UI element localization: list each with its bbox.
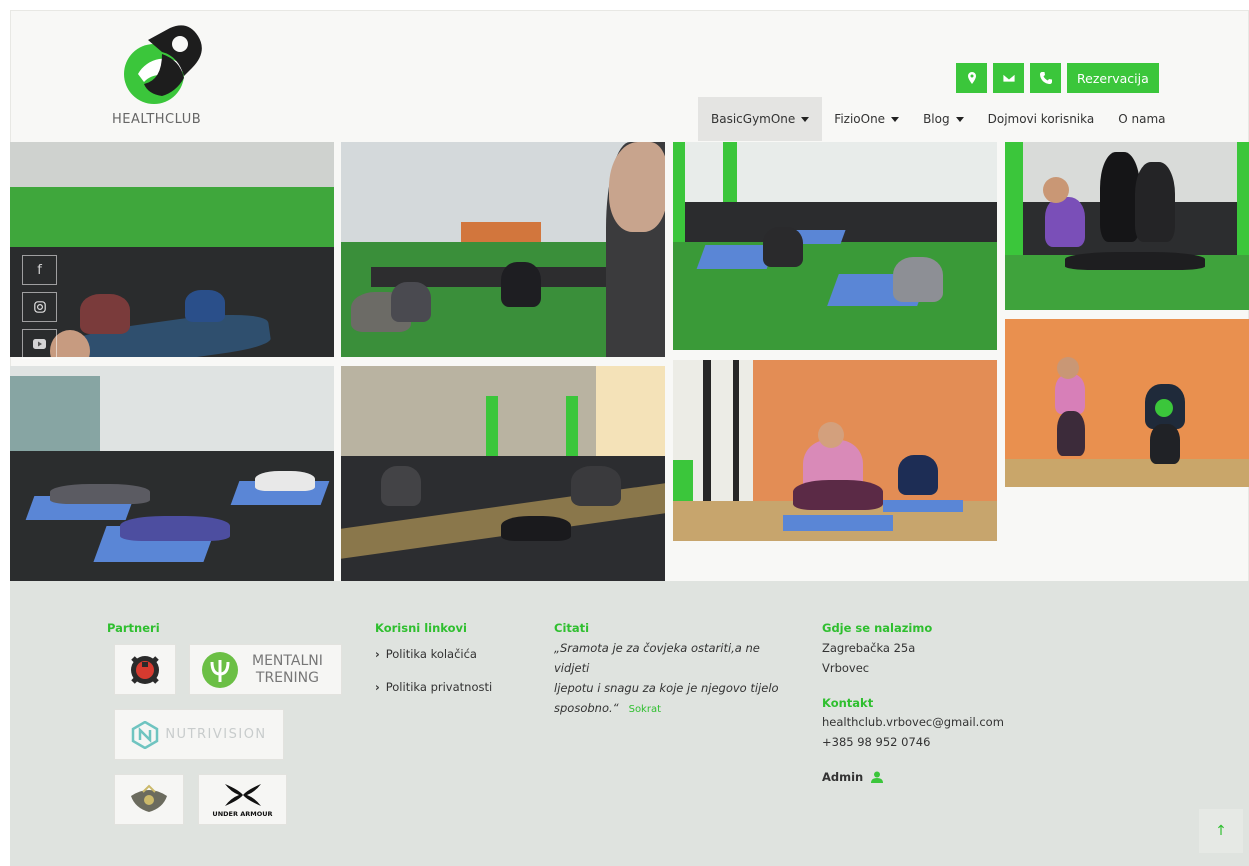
psi-brain-icon — [202, 651, 238, 688]
quote-line: „Sramota je za čovjeka ostariti,a ne vid… — [554, 641, 760, 675]
facebook-button[interactable]: f — [22, 255, 57, 285]
partner-logo-crest[interactable] — [114, 774, 184, 825]
caret-down-icon — [955, 116, 964, 122]
email-button[interactable] — [993, 63, 1024, 93]
youtube-icon — [33, 339, 46, 349]
envelope-icon — [1002, 73, 1015, 83]
partner-logo-crossfit[interactable] — [114, 644, 176, 695]
contact-heading: Kontakt — [822, 696, 874, 710]
chevron-right-icon: › — [375, 647, 380, 661]
chevron-right-icon: › — [375, 680, 380, 694]
caret-down-icon — [891, 116, 900, 122]
arrow-up-icon: ↑ — [1215, 823, 1227, 839]
nav-label: BasicGymOne — [711, 112, 796, 126]
admin-label: Admin — [822, 770, 864, 784]
mentalni-word: MENTALNI — [252, 652, 323, 669]
gallery-photo[interactable] — [10, 366, 334, 581]
map-marker-icon — [967, 72, 976, 84]
gallery-photo[interactable] — [673, 142, 997, 350]
quote-text: „Sramota je za čovjeka ostariti,a ne vid… — [554, 638, 794, 720]
user-icon — [871, 771, 884, 783]
instagram-icon — [33, 301, 46, 313]
phone-button[interactable] — [1030, 63, 1061, 93]
address-street: Zagrebačka 25a — [822, 641, 916, 655]
address-city: Vrbovec — [822, 661, 870, 675]
mentalni-trening-text: MENTALNI TRENING — [252, 653, 323, 687]
link-cookie-policy[interactable]: › Politika kolačića — [375, 644, 477, 664]
gallery-photo[interactable] — [1005, 142, 1249, 310]
link-label: Politika privatnosti — [385, 680, 493, 694]
nav-label: Blog — [923, 112, 950, 126]
quote-author: Sokrat — [628, 704, 662, 715]
link-label: Politika kolačića — [385, 647, 477, 661]
nav-label: O nama — [1118, 112, 1166, 126]
youtube-button[interactable] — [22, 329, 57, 359]
links-heading: Korisni linkovi — [375, 621, 467, 635]
partner-logo-mentalni-trening[interactable]: MENTALNI TRENING — [189, 644, 342, 695]
nav-label: FizioOne — [834, 112, 886, 126]
quote-line: sposobno.“ — [554, 701, 619, 715]
gallery-photo[interactable] — [10, 142, 334, 357]
nutrivision-hex-icon — [132, 720, 159, 749]
nav-item-fizioone[interactable]: FizioOne — [822, 97, 911, 141]
gym-badge-icon — [131, 655, 159, 684]
admin-link[interactable]: Admin — [822, 767, 884, 787]
contact-email[interactable]: healthclub.vrbovec@gmail.com — [822, 712, 1004, 732]
address: Zagrebačka 25a Vrbovec — [822, 638, 915, 678]
main-nav: BasicGymOne FizioOne Blog Dojmovi korisn… — [698, 97, 1178, 141]
gallery-photo[interactable] — [341, 366, 665, 581]
nutrivision-text: NUTRIVISION — [165, 727, 267, 742]
partner-logo-nutrivision[interactable]: NUTRIVISION — [114, 709, 284, 760]
quote-line: ljepotu i snagu za koje je njegovo tijel… — [554, 681, 779, 695]
gallery-photo[interactable] — [1005, 319, 1249, 487]
nav-item-basicgymone[interactable]: BasicGymOne — [698, 97, 823, 141]
reservation-button[interactable]: Rezervacija — [1067, 63, 1159, 93]
caret-down-icon — [801, 116, 810, 122]
nav-label: Dojmovi korisnika — [987, 112, 1095, 126]
trening-word: TRENING — [255, 669, 319, 686]
partner-logo-under-armour[interactable]: UNDER ARMOUR — [198, 774, 287, 825]
nav-item-blog[interactable]: Blog — [911, 97, 976, 141]
scroll-to-top-button[interactable]: ↑ — [1199, 809, 1243, 853]
brand-name: HEALTHCLUB — [112, 112, 202, 127]
site-logo[interactable]: HEALTHCLUB — [112, 22, 212, 127]
kettlebell-logo-icon — [124, 25, 202, 104]
location-button[interactable] — [956, 63, 987, 93]
phone-icon — [1039, 72, 1052, 84]
link-privacy-policy[interactable]: › Politika privatnosti — [375, 677, 492, 697]
header-actions: Rezervacija — [956, 63, 1159, 93]
partners-heading: Partneri — [107, 621, 160, 635]
under-armour-icon — [224, 783, 261, 806]
quote-heading: Citati — [554, 621, 590, 635]
nav-item-dojmovi[interactable]: Dojmovi korisnika — [976, 97, 1107, 141]
facebook-icon: f — [37, 262, 42, 278]
gallery-photo[interactable] — [341, 142, 665, 357]
under-armour-text: UNDER ARMOUR — [212, 809, 273, 818]
wings-crest-icon — [131, 784, 167, 812]
contact-phone[interactable]: +385 98 952 0746 — [822, 732, 1004, 752]
gallery-photo[interactable] — [673, 360, 997, 541]
contact-details: healthclub.vrbovec@gmail.com +385 98 952… — [822, 712, 1004, 752]
location-heading: Gdje se nalazimo — [822, 621, 933, 635]
instagram-button[interactable] — [22, 292, 57, 322]
nav-item-o-nama[interactable]: O nama — [1106, 97, 1177, 141]
